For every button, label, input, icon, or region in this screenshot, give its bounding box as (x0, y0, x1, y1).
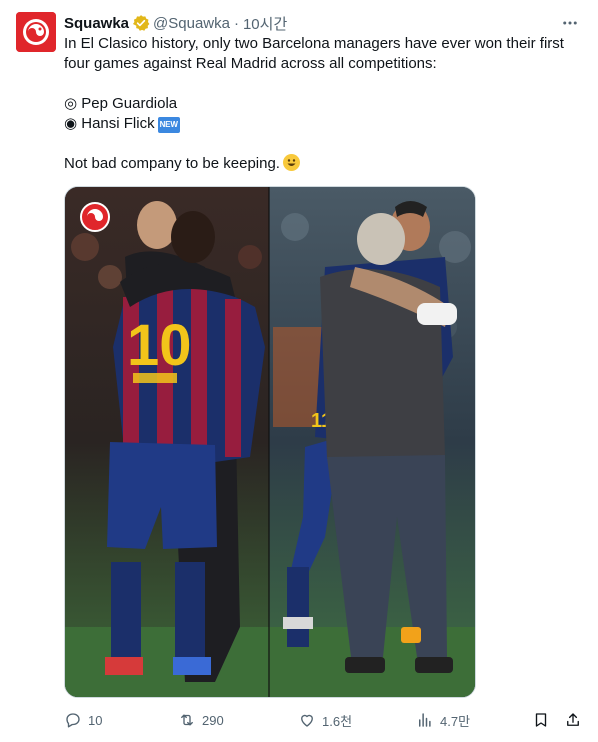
author-name[interactable]: Squawka (64, 15, 129, 32)
bullet-guardiola: ◎ Pep Guardiola (64, 95, 178, 112)
more-options-button[interactable] (560, 13, 580, 33)
verified-badge-icon[interactable] (132, 14, 150, 32)
closing-line: Not bad company to be keeping. (64, 154, 584, 174)
repost-icon (181, 714, 193, 726)
views-icon (419, 713, 431, 727)
tweet-image[interactable]: 10 11 (64, 186, 476, 698)
share-button[interactable] (564, 708, 582, 732)
repost-count: 290 (202, 712, 224, 728)
timestamp[interactable]: 10시간 (243, 13, 287, 34)
tweet-text: In El Clasico history, only two Barcelon… (64, 34, 584, 174)
reply-button[interactable]: 10 (64, 708, 102, 732)
squawka-logo-icon (16, 12, 56, 52)
action-bar: 10 290 1.6천 4.7만 (64, 708, 584, 732)
like-icon (301, 714, 313, 727)
image-watermark-logo (80, 202, 110, 232)
separator-dot: · (233, 14, 239, 32)
tweet-line-2: four games against Real Madrid across al… (64, 55, 437, 72)
closing-text: Not bad company to be keeping. (64, 155, 280, 172)
like-button[interactable]: 1.6천 (298, 708, 352, 732)
avatar[interactable] (16, 12, 56, 52)
bookmark-icon (535, 713, 547, 727)
like-count: 1.6천 (322, 713, 353, 729)
shirt-number-10: 10 (127, 313, 192, 378)
new-badge-emoji: NEW (157, 117, 180, 133)
grinning-face-emoji (282, 154, 300, 171)
tweet-line-1: In El Clasico history, only two Barcelon… (64, 35, 564, 52)
author-handle[interactable]: @Squawka (153, 15, 230, 32)
reply-count: 10 (88, 712, 103, 728)
repost-button[interactable]: 290 (178, 708, 224, 732)
bookmark-button[interactable] (532, 708, 550, 732)
bullet-flick: ◉ Hansi Flick (64, 115, 155, 132)
bullet-flick-line: ◉ Hansi Flick NEW (64, 114, 584, 134)
views-count: 4.7만 (440, 713, 471, 729)
reply-icon (66, 713, 80, 728)
share-icon (567, 713, 579, 726)
more-options-icon (563, 21, 577, 25)
views-button[interactable]: 4.7만 (416, 708, 470, 732)
tweet-header: Squawka @Squawka · 10시간 (64, 13, 287, 33)
